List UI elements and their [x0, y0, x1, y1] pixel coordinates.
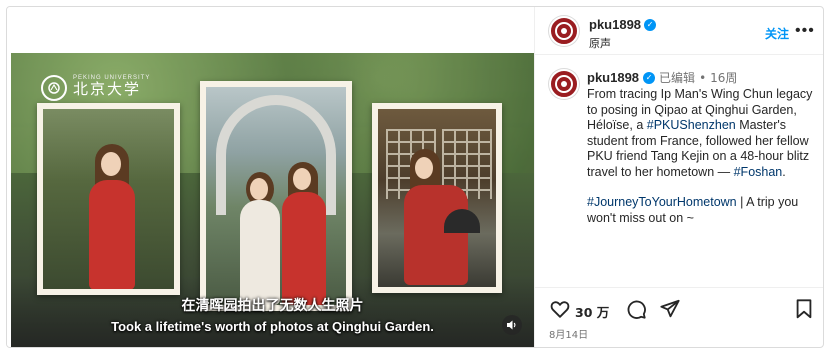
like-button[interactable] [549, 298, 571, 320]
video-subtitle-english: Took a lifetime's worth of photos at Qin… [111, 319, 434, 334]
send-icon [660, 299, 680, 318]
photo-frame-right [372, 103, 502, 293]
audio-label[interactable]: 原声 [589, 35, 611, 51]
post-sidebar: pku1898 ✓ 原声 关注 ••• pku1898 ✓ 已编辑 • 16周 … [534, 7, 823, 347]
caption-username[interactable]: pku1898 [587, 70, 639, 85]
university-seal-icon [555, 22, 573, 40]
caption-text-segment: . [782, 164, 786, 179]
follow-button[interactable]: 关注 [765, 25, 789, 42]
caption-paragraph: From tracing Ip Man's Wing Chun legacy t… [587, 87, 819, 180]
post-time[interactable]: 16周 [710, 69, 737, 86]
caption-paragraph: #JourneyToYourHometown | A trip you won'… [587, 195, 819, 226]
woman-in-red-qipao-center [278, 162, 330, 305]
photo-right-image [378, 109, 496, 287]
header-username[interactable]: pku1898 [589, 17, 641, 32]
photo-left-image [43, 109, 174, 289]
post-dialog: 北京大学 PEKING UNIVERSITY 在清晖园拍出了无数人生照片 Too… [6, 6, 824, 348]
video-subtitle-chinese: 在清晖园拍出了无数人生照片 [181, 298, 364, 314]
university-seal-icon [41, 75, 67, 101]
university-logo-subtext: PEKING UNIVERSITY [73, 75, 151, 81]
photo-center-image [206, 87, 346, 305]
like-count[interactable]: 30 万 [575, 302, 609, 321]
action-bar: 30 万 8月14日 [535, 287, 823, 347]
university-seal-icon [555, 75, 573, 93]
verified-badge-icon: ✓ [644, 18, 657, 31]
caption-avatar[interactable] [549, 69, 579, 99]
woman-with-fan [400, 149, 480, 287]
hashtag-link[interactable]: #PKUShenzhen [647, 118, 736, 132]
bookmark-icon [796, 299, 812, 319]
hashtag-link[interactable]: #Foshan [734, 165, 783, 179]
heart-icon [550, 301, 570, 318]
volume-icon[interactable] [502, 315, 522, 335]
edited-label: 已编辑 [659, 71, 696, 85]
save-button[interactable] [793, 298, 815, 320]
avatar[interactable] [549, 16, 579, 46]
photo-frame-center [200, 81, 352, 311]
post-date[interactable]: 8月14日 [549, 326, 588, 341]
header-username-row: pku1898 ✓ [589, 17, 657, 32]
verified-badge-icon: ✓ [643, 71, 656, 84]
folding-fan [444, 209, 480, 233]
woman-in-red-qipao [83, 144, 143, 289]
video-player[interactable]: 北京大学 PEKING UNIVERSITY 在清晖园拍出了无数人生照片 Too… [11, 53, 534, 347]
media-pane: 北京大学 PEKING UNIVERSITY 在清晖园拍出了无数人生照片 Too… [7, 7, 534, 347]
more-options-button[interactable]: ••• [795, 22, 815, 40]
hashtag-link[interactable]: #JourneyToYourHometown [587, 195, 737, 209]
caption-text: From tracing Ip Man's Wing Chun legacy t… [587, 87, 819, 241]
meta-separator: • [699, 70, 707, 85]
caption-header: pku1898 ✓ 已编辑 • 16周 [587, 69, 737, 86]
comment-button[interactable] [625, 298, 647, 320]
post-header: pku1898 ✓ 原声 关注 ••• [535, 7, 823, 55]
share-button[interactable] [659, 298, 681, 320]
photo-frame-left [37, 103, 180, 295]
comment-icon [627, 300, 646, 319]
